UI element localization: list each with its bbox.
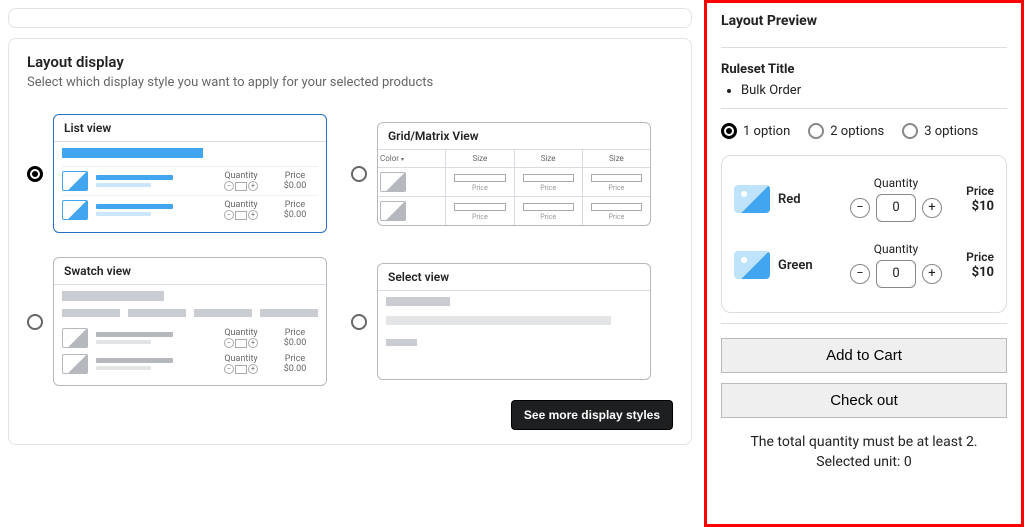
layout-card-select[interactable]: Select view (377, 263, 651, 380)
image-icon (380, 201, 406, 221)
previous-card-stub (8, 8, 692, 28)
qty-input[interactable]: 0 (876, 260, 916, 288)
card-title: Grid/Matrix View (378, 123, 650, 150)
price-value: $10 (972, 265, 994, 280)
preview-item-row: Green Quantity − 0 + Price $10 (734, 232, 994, 298)
layout-card-swatch[interactable]: Swatch view Quantity−+ Price$0.00 (53, 257, 327, 386)
preview-items-card: Red Quantity − 0 + Price $10 Green (721, 155, 1007, 313)
preview-item-row: Red Quantity − 0 + Price $10 (734, 166, 994, 232)
qty-input[interactable]: 0 (876, 194, 916, 222)
layout-card-list[interactable]: List view Quantity −+ (53, 114, 327, 233)
ruleset-title-label: Ruleset Title (721, 62, 1007, 77)
layout-preview-panel: Layout Preview Ruleset Title Bulk Order … (704, 0, 1024, 527)
ruleset-title-value: Bulk Order (741, 83, 1007, 98)
mock-row: Quantity −+ Price $0.00 (62, 166, 318, 195)
price-label: Price (950, 250, 994, 264)
image-icon (734, 251, 770, 279)
quantity-label: Quantity (850, 176, 942, 190)
mock-row: Quantity −+ Price $0.00 (62, 195, 318, 224)
qty-decrement-button[interactable]: − (850, 198, 870, 218)
qty-decrement-button[interactable]: − (850, 264, 870, 284)
price-value: $10 (972, 199, 994, 214)
section-heading: Layout display (27, 53, 673, 71)
layout-card-grid[interactable]: Grid/Matrix View Color ▾ Size Size Size … (377, 122, 651, 226)
image-icon (62, 171, 88, 191)
qty-increment-button[interactable]: + (922, 264, 942, 284)
price-label: Price (950, 184, 994, 198)
layout-display-card: Layout display Select which display styl… (8, 38, 692, 445)
add-to-cart-button[interactable]: Add to Cart (721, 338, 1007, 373)
variant-name: Red (778, 192, 842, 207)
checkout-button[interactable]: Check out (721, 383, 1007, 418)
image-icon (62, 328, 88, 348)
section-description: Select which display style you want to a… (27, 75, 673, 90)
preview-radio-3-options[interactable]: 3 options (902, 123, 978, 139)
layout-radio-grid[interactable] (351, 166, 367, 182)
quantity-notice: The total quantity must be at least 2. S… (721, 432, 1007, 473)
layout-radio-list[interactable] (27, 166, 43, 182)
preview-header: Layout Preview (721, 13, 1007, 29)
image-icon (734, 185, 770, 213)
qty-increment-button[interactable]: + (922, 198, 942, 218)
preview-radio-2-options[interactable]: 2 options (808, 123, 884, 139)
mock-title-bar (62, 148, 203, 158)
card-title: List view (54, 115, 326, 142)
layout-radio-select[interactable] (351, 314, 367, 330)
layout-radio-swatch[interactable] (27, 314, 43, 330)
quantity-label: Quantity (850, 242, 942, 256)
card-title: Swatch view (54, 258, 326, 285)
see-more-styles-button[interactable]: See more display styles (511, 400, 673, 430)
variant-name: Green (778, 258, 842, 273)
preview-radio-1-option[interactable]: 1 option (721, 123, 790, 139)
image-icon (62, 354, 88, 374)
image-icon (380, 172, 406, 192)
image-icon (62, 200, 88, 220)
card-title: Select view (378, 264, 650, 291)
